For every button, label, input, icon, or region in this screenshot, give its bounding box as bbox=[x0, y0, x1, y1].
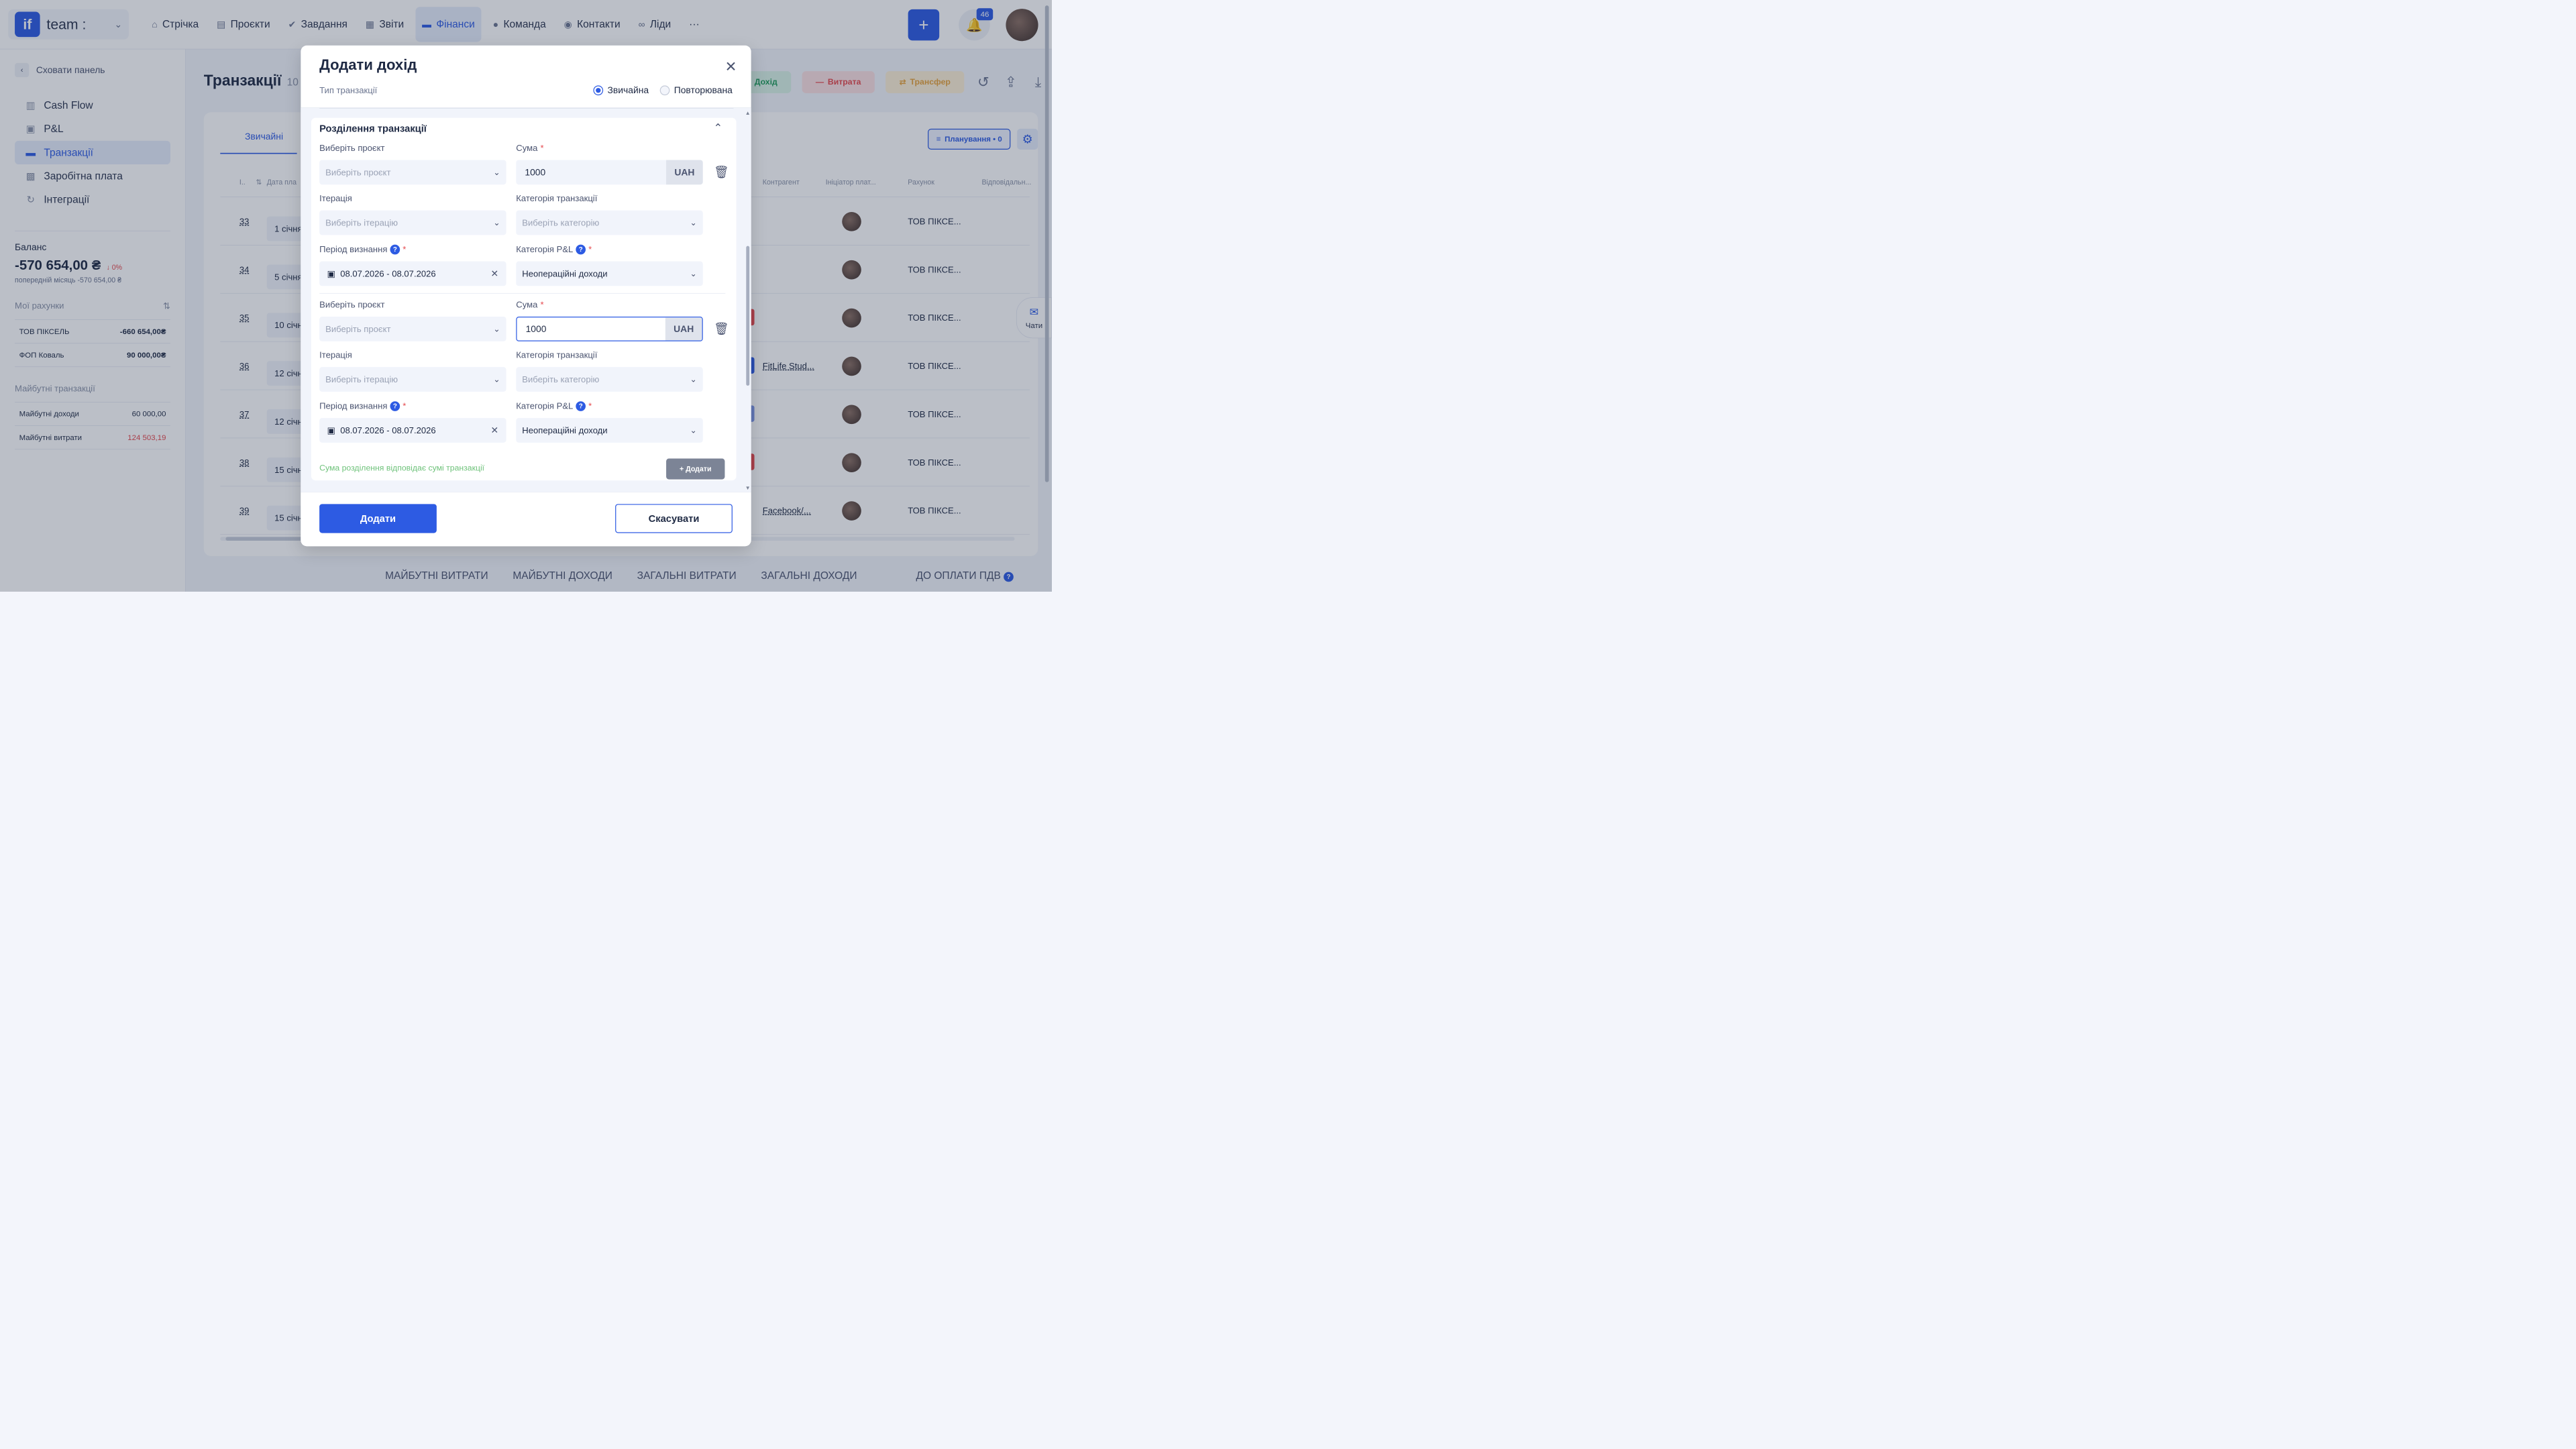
project-select[interactable]: Виберіть проєкт ⌄ bbox=[319, 317, 506, 341]
chevron-down-icon: ⌄ bbox=[690, 269, 697, 278]
radio-regular[interactable]: Звичайна bbox=[593, 85, 649, 96]
project-label: Виберіть проєкт bbox=[319, 299, 385, 310]
iteration-label: Ітерація bbox=[319, 350, 352, 360]
help-icon[interactable]: ? bbox=[576, 244, 586, 255]
calendar-icon: ▣ bbox=[327, 268, 335, 279]
help-icon[interactable]: ? bbox=[390, 401, 400, 411]
project-select[interactable]: Виберіть проєкт ⌄ bbox=[319, 160, 506, 185]
divider bbox=[319, 107, 734, 109]
currency-badge: UAH bbox=[666, 160, 703, 185]
help-icon[interactable]: ? bbox=[390, 244, 400, 255]
period-label: Період визнання? * bbox=[319, 244, 407, 255]
category-label: Категорія транзакції bbox=[516, 350, 598, 360]
amount-input[interactable]: 1000 UAH bbox=[516, 160, 703, 185]
period-date-range[interactable]: ▣ 08.07.2026 - 08.07.2026 ✕ bbox=[319, 418, 506, 443]
chevron-up-icon[interactable]: ⌃ bbox=[713, 121, 722, 134]
required-mark: * bbox=[540, 299, 544, 310]
transaction-type-label: Тип транзакції bbox=[319, 85, 378, 96]
split-match-message: Сума розділення відповідає сумі транзакц… bbox=[319, 463, 485, 473]
radio-checked-icon bbox=[593, 85, 604, 95]
help-icon[interactable]: ? bbox=[576, 401, 586, 411]
pl-category-select[interactable]: Неопераційні доходи ⌄ bbox=[516, 261, 703, 286]
close-icon[interactable]: ✕ bbox=[725, 60, 737, 74]
pl-category-label: Категорія P&L? * bbox=[516, 400, 592, 411]
pl-category-label: Категорія P&L? * bbox=[516, 244, 592, 255]
radio-recurring[interactable]: Повторювана bbox=[659, 85, 733, 96]
chevron-down-icon: ⌄ bbox=[493, 324, 500, 334]
period-date-range[interactable]: ▣ 08.07.2026 - 08.07.2026 ✕ bbox=[319, 261, 506, 286]
amount-input[interactable]: 1000 UAH bbox=[516, 317, 703, 341]
chevron-down-icon: ⌄ bbox=[493, 168, 500, 177]
cancel-button[interactable]: Скасувати bbox=[615, 504, 733, 533]
trash-icon[interactable]: 🗑 bbox=[714, 165, 729, 179]
currency-badge: UAH bbox=[665, 317, 702, 341]
scroll-down-icon[interactable]: ▼ bbox=[745, 485, 751, 491]
required-mark: * bbox=[402, 244, 407, 254]
period-label: Період визнання? * bbox=[319, 400, 407, 411]
modal-footer: Додати Скасувати bbox=[301, 492, 751, 547]
radio-unchecked-icon bbox=[659, 85, 670, 95]
required-mark: * bbox=[540, 143, 544, 153]
modal-scrollbar[interactable]: ▲ ▼ bbox=[745, 110, 751, 491]
required-mark: * bbox=[402, 400, 407, 411]
iteration-select[interactable]: Виберіть ітерацію ⌄ bbox=[319, 367, 506, 392]
required-mark: * bbox=[588, 244, 592, 254]
scrollbar-thumb[interactable] bbox=[746, 246, 750, 386]
add-split-button[interactable]: + Додати bbox=[666, 458, 725, 480]
calendar-icon: ▣ bbox=[327, 425, 335, 435]
divider bbox=[319, 292, 726, 294]
screen: if team : ⌄ ⌂ Стрічка ▤ Проєкти ✔ Завдання … bbox=[0, 0, 1052, 592]
split-transaction-section: Розділення транзакції ⌃ Виберіть проєкт … bbox=[311, 117, 737, 481]
pl-category-select[interactable]: Неопераційні доходи ⌄ bbox=[516, 418, 703, 443]
add-income-modal: Додати дохід ✕ Тип транзакції Звичайна П… bbox=[301, 45, 751, 547]
chevron-down-icon: ⌄ bbox=[493, 374, 500, 384]
chevron-down-icon: ⌄ bbox=[690, 374, 697, 384]
iteration-label: Ітерація bbox=[319, 193, 352, 203]
clear-icon[interactable]: ✕ bbox=[491, 425, 499, 436]
required-mark: * bbox=[588, 400, 592, 411]
amount-label: Сума * bbox=[516, 299, 544, 310]
trash-icon[interactable]: 🗑 bbox=[714, 321, 729, 335]
transaction-type-radios: Звичайна Повторювана bbox=[593, 85, 733, 96]
amount-label: Сума * bbox=[516, 143, 544, 153]
split-title: Розділення транзакції bbox=[319, 122, 427, 134]
submit-button[interactable]: Додати bbox=[319, 504, 437, 533]
chevron-down-icon: ⌄ bbox=[690, 425, 697, 435]
scroll-up-icon[interactable]: ▲ bbox=[745, 110, 751, 116]
chevron-down-icon: ⌄ bbox=[690, 218, 697, 227]
project-label: Виберіть проєкт bbox=[319, 143, 385, 153]
modal-title: Додати дохід bbox=[319, 56, 417, 74]
clear-icon[interactable]: ✕ bbox=[491, 268, 499, 279]
modal-body: Розділення транзакції ⌃ Виберіть проєкт … bbox=[301, 107, 751, 492]
category-select[interactable]: Виберіть категорію ⌄ bbox=[516, 210, 703, 235]
category-label: Категорія транзакції bbox=[516, 193, 598, 203]
iteration-select[interactable]: Виберіть ітерацію ⌄ bbox=[319, 210, 506, 235]
category-select[interactable]: Виберіть категорію ⌄ bbox=[516, 367, 703, 392]
chevron-down-icon: ⌄ bbox=[493, 218, 500, 227]
